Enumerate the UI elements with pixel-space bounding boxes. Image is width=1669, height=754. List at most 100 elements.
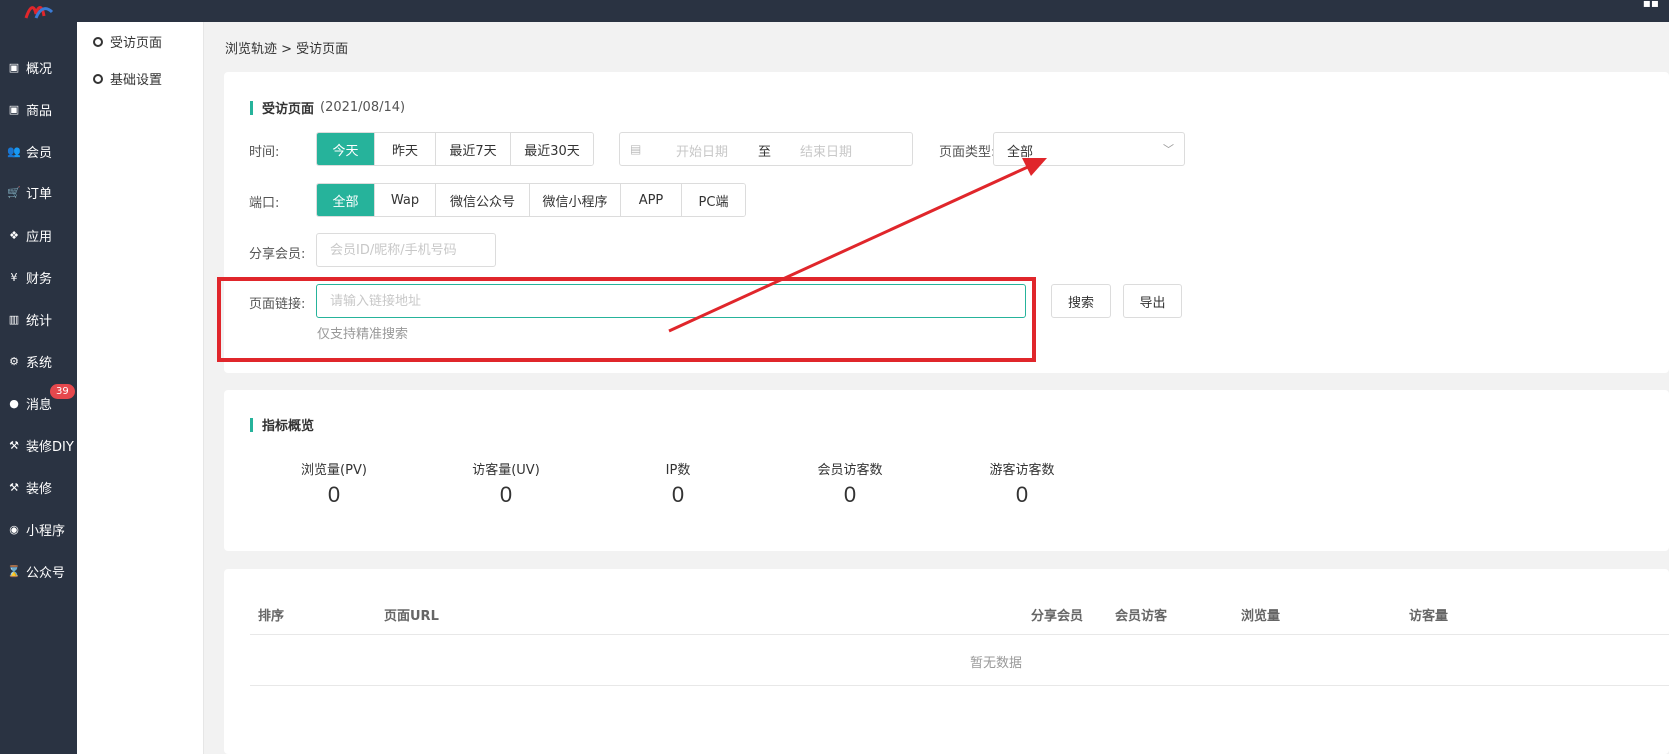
secondary-sidebar: 受访页面 基础设置: [77, 22, 204, 754]
page-type-select[interactable]: 全部 ﹀: [993, 132, 1185, 166]
title-accent-bar: [250, 100, 253, 115]
nav-item-label: 订单: [26, 186, 53, 202]
column-header-visitors[interactable]: 访客量: [1409, 605, 1448, 624]
table-header-divider: [250, 634, 1669, 635]
column-header-page-url[interactable]: 页面URL: [384, 605, 439, 624]
logo-icon[interactable]: [22, 0, 56, 22]
nav-item-label: 财务: [26, 271, 53, 287]
nav-item-label: 商品: [26, 103, 53, 119]
time-option-yesterday[interactable]: 昨天: [375, 133, 436, 165]
cogs-icon: ⚙: [9, 354, 19, 368]
message-count-badge: 39: [50, 384, 75, 399]
gavel-icon: ⚒: [9, 438, 19, 452]
nav-item-official-account[interactable]: ⌛ 公众号: [0, 556, 77, 586]
nav-item-label: 公众号: [26, 565, 66, 581]
time-option-today[interactable]: 今天: [317, 133, 375, 165]
calendar-icon: ▤: [630, 142, 642, 156]
page-type-label: 页面类型:: [939, 145, 996, 160]
gavel-icon: ⚒: [9, 480, 19, 494]
nav-item-label: 装修DIY: [26, 439, 74, 455]
hourglass-icon: ⌛: [7, 564, 21, 578]
time-label: 时间:: [249, 145, 280, 160]
date-range-picker[interactable]: ▤ 开始日期 至 结束日期: [619, 132, 913, 166]
port-option-wechat-mini[interactable]: 微信小程序: [530, 184, 621, 216]
time-range-selector: 今天 昨天 最近7天 最近30天: [316, 132, 594, 166]
circle-icon: [93, 36, 103, 47]
filter-title-text: 受访页面: [262, 102, 315, 117]
nav-item-members[interactable]: 👥 会员: [0, 136, 77, 166]
nav-item-label: 概况: [26, 61, 53, 77]
metric-value: 0: [671, 482, 685, 507]
port-option-all[interactable]: 全部: [317, 184, 375, 216]
nav-item-label: 装修: [26, 481, 53, 497]
nav-item-label: 统计: [26, 313, 53, 329]
column-header-share-member[interactable]: 分享会员: [1031, 605, 1083, 624]
annotation-highlight-box: [217, 277, 1036, 362]
bar-chart-icon: ▥: [8, 312, 20, 326]
wechat-icon: ◉: [9, 522, 19, 536]
nav-item-orders[interactable]: 🛒 订单: [0, 177, 77, 207]
port-option-pc[interactable]: PC端: [682, 184, 745, 216]
time-option-last-7-days[interactable]: 最近7天: [436, 133, 511, 165]
nav-item-label: 小程序: [26, 523, 66, 539]
metric-value: 0: [843, 482, 857, 507]
search-button[interactable]: 搜索: [1051, 284, 1111, 318]
metric-guest-visitors: 游客访客数 0: [952, 459, 1092, 508]
nav-item-label: 会员: [26, 145, 53, 161]
nav-item-goods[interactable]: ▣ 商品: [0, 94, 77, 124]
share-member-label: 分享会员:: [249, 247, 306, 262]
column-header-page-views[interactable]: 浏览量: [1241, 605, 1280, 624]
nav-item-system[interactable]: ⚙ 系统: [0, 346, 77, 376]
nav-item-apps[interactable]: ❖ 应用: [0, 220, 77, 250]
port-option-wap[interactable]: Wap: [375, 184, 436, 216]
metric-label: 访客量(UV): [472, 463, 540, 478]
table-empty-text: 暂无数据: [970, 656, 1023, 671]
metric-value: 0: [327, 482, 341, 507]
nav-item-finance[interactable]: ¥ 财务: [0, 262, 77, 292]
nav-item-decoration[interactable]: ⚒ 装修: [0, 472, 77, 502]
nav-item-label: 系统: [26, 355, 53, 371]
subnav-item-basic-settings[interactable]: 基础设置: [93, 69, 162, 88]
nav-item-label: 应用: [26, 229, 53, 245]
metric-uv: 访客量(UV) 0: [436, 459, 576, 508]
column-header-rank[interactable]: 排序: [258, 605, 284, 624]
column-header-member-visitors[interactable]: 会员访客: [1115, 605, 1167, 624]
top-bar: ▪▪: [0, 0, 1669, 22]
yen-icon: ¥: [10, 270, 18, 284]
time-option-last-30-days[interactable]: 最近30天: [511, 133, 593, 165]
nav-item-label: 消息: [26, 397, 53, 413]
metric-member-visitors: 会员访客数 0: [780, 459, 920, 508]
nav-item-mini-program[interactable]: ◉ 小程序: [0, 514, 77, 544]
circle-icon: [93, 73, 103, 84]
port-option-app[interactable]: APP: [621, 184, 682, 216]
share-member-input[interactable]: [316, 233, 496, 267]
subnav-item-label: 基础设置: [110, 73, 163, 88]
date-start-placeholder[interactable]: 开始日期: [676, 141, 728, 160]
metric-label: 游客访客数: [989, 463, 1055, 478]
metric-label: 会员访客数: [817, 463, 883, 478]
grid-icon[interactable]: ▪▪: [1643, 0, 1659, 10]
nav-item-statistics[interactable]: ▥ 统计: [0, 304, 77, 334]
table-bottom-divider: [250, 685, 1669, 686]
breadcrumb: 浏览轨迹 > 受访页面: [225, 42, 349, 57]
metric-pv: 浏览量(PV) 0: [264, 459, 404, 508]
export-button[interactable]: 导出: [1123, 284, 1182, 318]
main-sidebar: ▣ 概况 ▣ 商品 👥 会员 🛒 订单 ❖ 应用 ¥ 财务 ▥ 统计 ⚙ 系统 …: [0, 0, 77, 754]
port-option-wechat-official[interactable]: 微信公众号: [436, 184, 530, 216]
nav-item-overview[interactable]: ▣ 概况: [0, 52, 77, 82]
cubes-icon: ❖: [9, 228, 19, 242]
metric-value: 0: [499, 482, 513, 507]
archive-icon: ▣: [8, 60, 20, 74]
date-end-placeholder[interactable]: 结束日期: [800, 141, 852, 160]
filter-date: (2021/08/14): [320, 100, 406, 115]
users-icon: 👥: [7, 144, 21, 158]
date-separator: 至: [758, 145, 772, 160]
overview-section-title: 指标概览: [250, 415, 314, 434]
cart-icon: 🛒: [7, 185, 21, 199]
subnav-item-visited-pages[interactable]: 受访页面: [93, 32, 162, 51]
nav-item-decoration-diy[interactable]: ⚒ 装修DIY: [0, 430, 77, 460]
metric-value: 0: [1015, 482, 1029, 507]
table-card: [224, 569, 1669, 754]
chevron-down-icon: ﹀: [1163, 143, 1174, 156]
overview-title-text: 指标概览: [262, 419, 315, 434]
